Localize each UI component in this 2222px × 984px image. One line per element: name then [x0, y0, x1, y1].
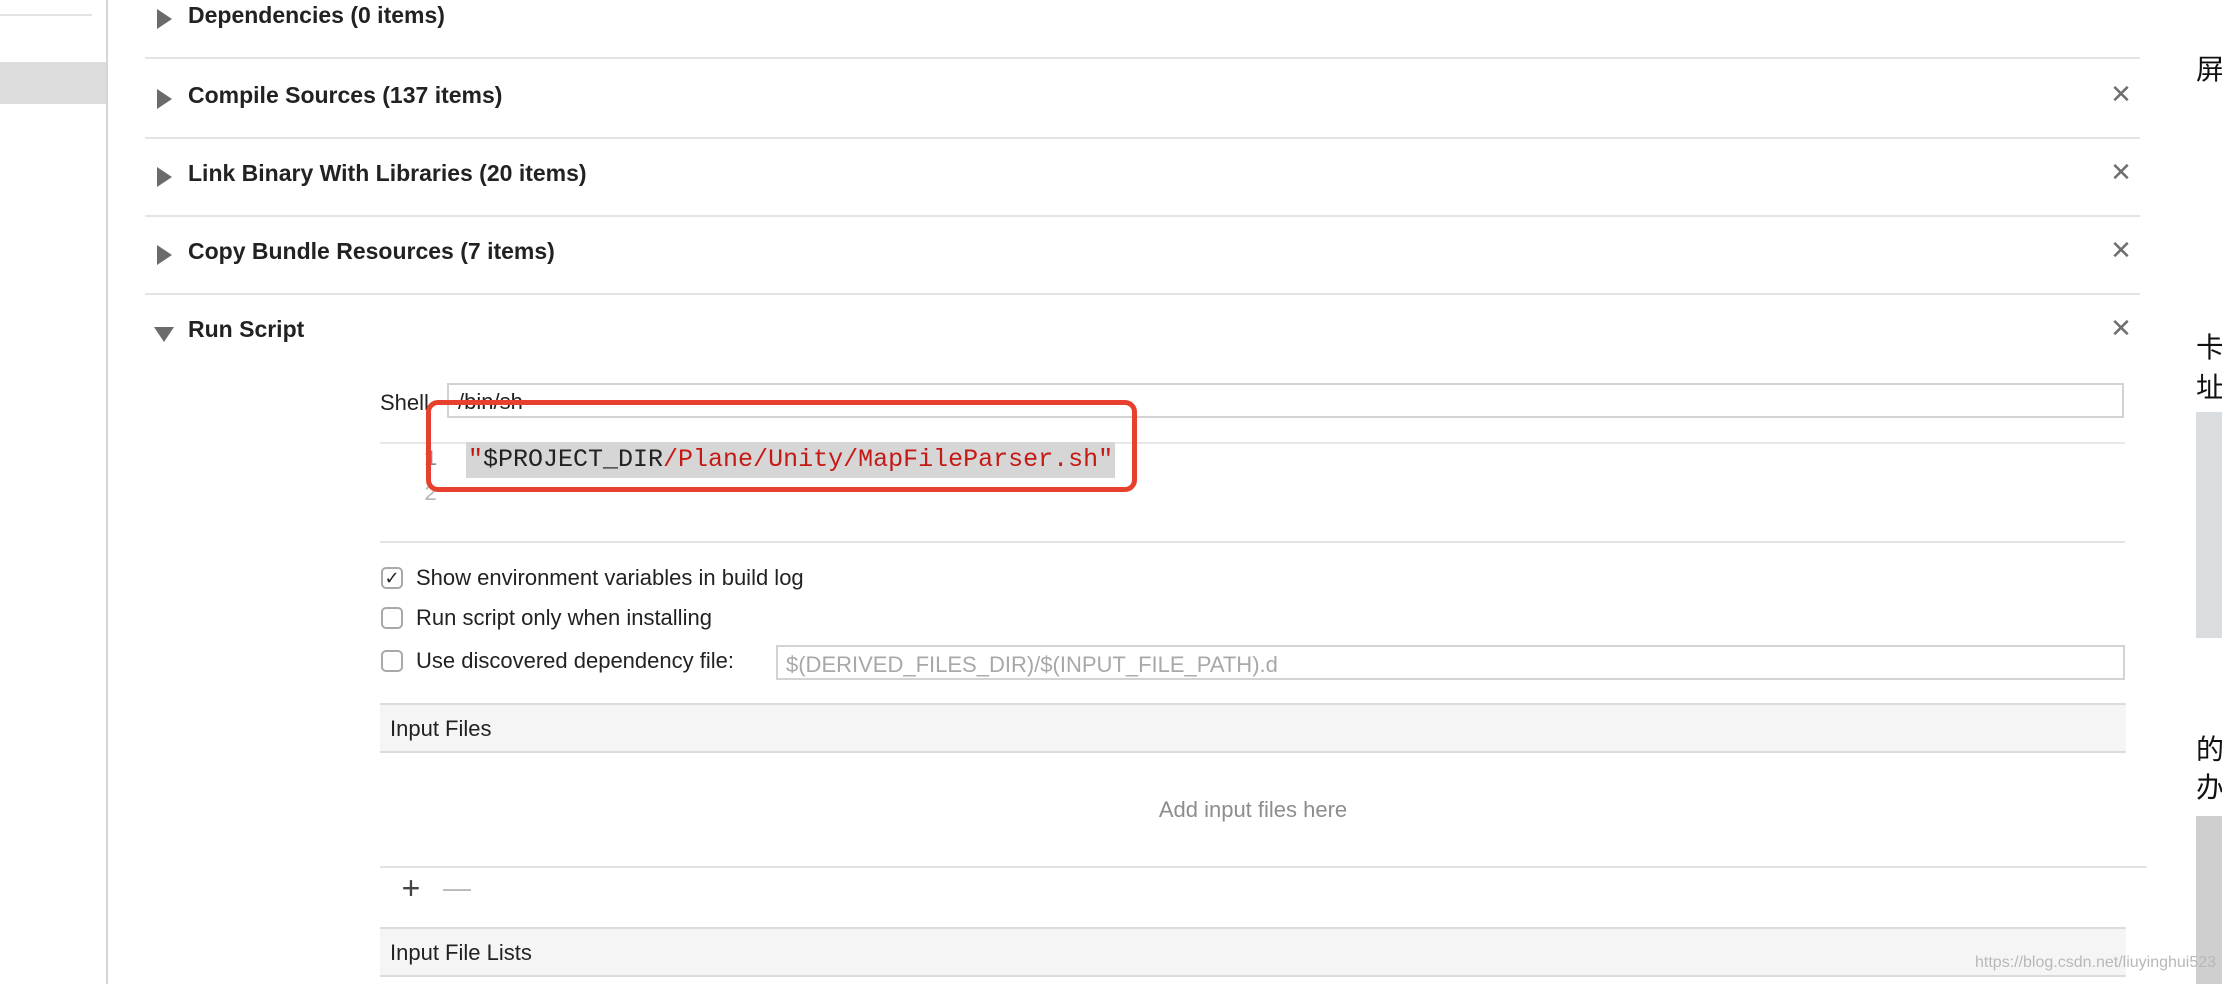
checkbox[interactable] [381, 650, 403, 672]
editor-divider [380, 541, 2125, 543]
remove-input-file-button[interactable]: — [442, 874, 472, 904]
phase-link-binary[interactable]: Link Binary With Libraries (20 items) ✕ [145, 139, 2140, 217]
phase-title: Link Binary With Libraries (20 items) [188, 160, 587, 186]
background-text: 办 [2196, 771, 2222, 804]
phase-copy-bundle-resources[interactable]: Copy Bundle Resources (7 items) ✕ [145, 217, 2140, 295]
add-input-file-button[interactable]: + [396, 872, 426, 904]
disclosure-triangle-icon[interactable] [157, 167, 172, 187]
disclosure-triangle-expanded-icon[interactable] [154, 327, 174, 342]
sidebar-selected-item[interactable] [0, 62, 106, 104]
phase-compile-sources[interactable]: Compile Sources (137 items) ✕ [145, 61, 2140, 139]
dependency-file-placeholder: $(DERIVED_FILES_DIR)/$(INPUT_FILE_PATH).… [786, 652, 1278, 677]
option-label: Use discovered dependency file: [416, 648, 734, 673]
watermark: https://blog.csdn.net/liuyinghui523 [1975, 954, 2217, 971]
input-files-header: Input Files [380, 703, 2126, 753]
list-divider [380, 866, 2147, 868]
close-icon[interactable]: ✕ [2106, 235, 2136, 265]
input-file-lists-title: Input File Lists [390, 940, 532, 965]
background-text: 卡 [2196, 331, 2222, 364]
option-label: Run script only when installing [416, 605, 712, 630]
input-files-title: Input Files [390, 716, 492, 741]
disclosure-triangle-icon[interactable] [157, 245, 172, 265]
phase-title: Run Script [188, 316, 305, 342]
phase-run-script[interactable]: Run Script ✕ [145, 295, 2140, 373]
disclosure-triangle-icon[interactable] [157, 89, 172, 109]
close-icon[interactable]: ✕ [2106, 79, 2136, 109]
input-files-list[interactable]: Add input files here [380, 752, 2126, 868]
option-label: Show environment variables in build log [416, 565, 804, 590]
close-icon[interactable]: ✕ [2106, 313, 2136, 343]
background-image [2196, 412, 2222, 638]
checkbox-checked[interactable]: ✓ [381, 567, 403, 589]
sidebar-divider [0, 14, 92, 16]
checkbox[interactable] [381, 607, 403, 629]
annotation-highlight-box [426, 400, 1137, 492]
background-text: 址 [2196, 371, 2222, 404]
navigator-sidebar [0, 0, 108, 984]
phase-title: Copy Bundle Resources (7 items) [188, 238, 555, 264]
background-text: 的 [2196, 733, 2222, 766]
background-window-edge: 屏 卡 址 的 办 [2196, 0, 2222, 984]
disclosure-triangle-icon[interactable] [157, 9, 172, 29]
dependency-file-input[interactable]: $(DERIVED_FILES_DIR)/$(INPUT_FILE_PATH).… [776, 645, 2125, 680]
background-text: 屏 [2196, 53, 2222, 86]
input-files-placeholder: Add input files here [1158, 797, 1348, 822]
shell-label: Shell [380, 390, 429, 415]
phase-title: Compile Sources (137 items) [188, 82, 503, 108]
close-icon[interactable]: ✕ [2106, 157, 2136, 187]
input-file-lists-header: Input File Lists [380, 927, 2126, 977]
phase-title: Dependencies (0 items) [188, 2, 445, 28]
phase-dependencies[interactable]: Dependencies (0 items) [145, 0, 2140, 59]
